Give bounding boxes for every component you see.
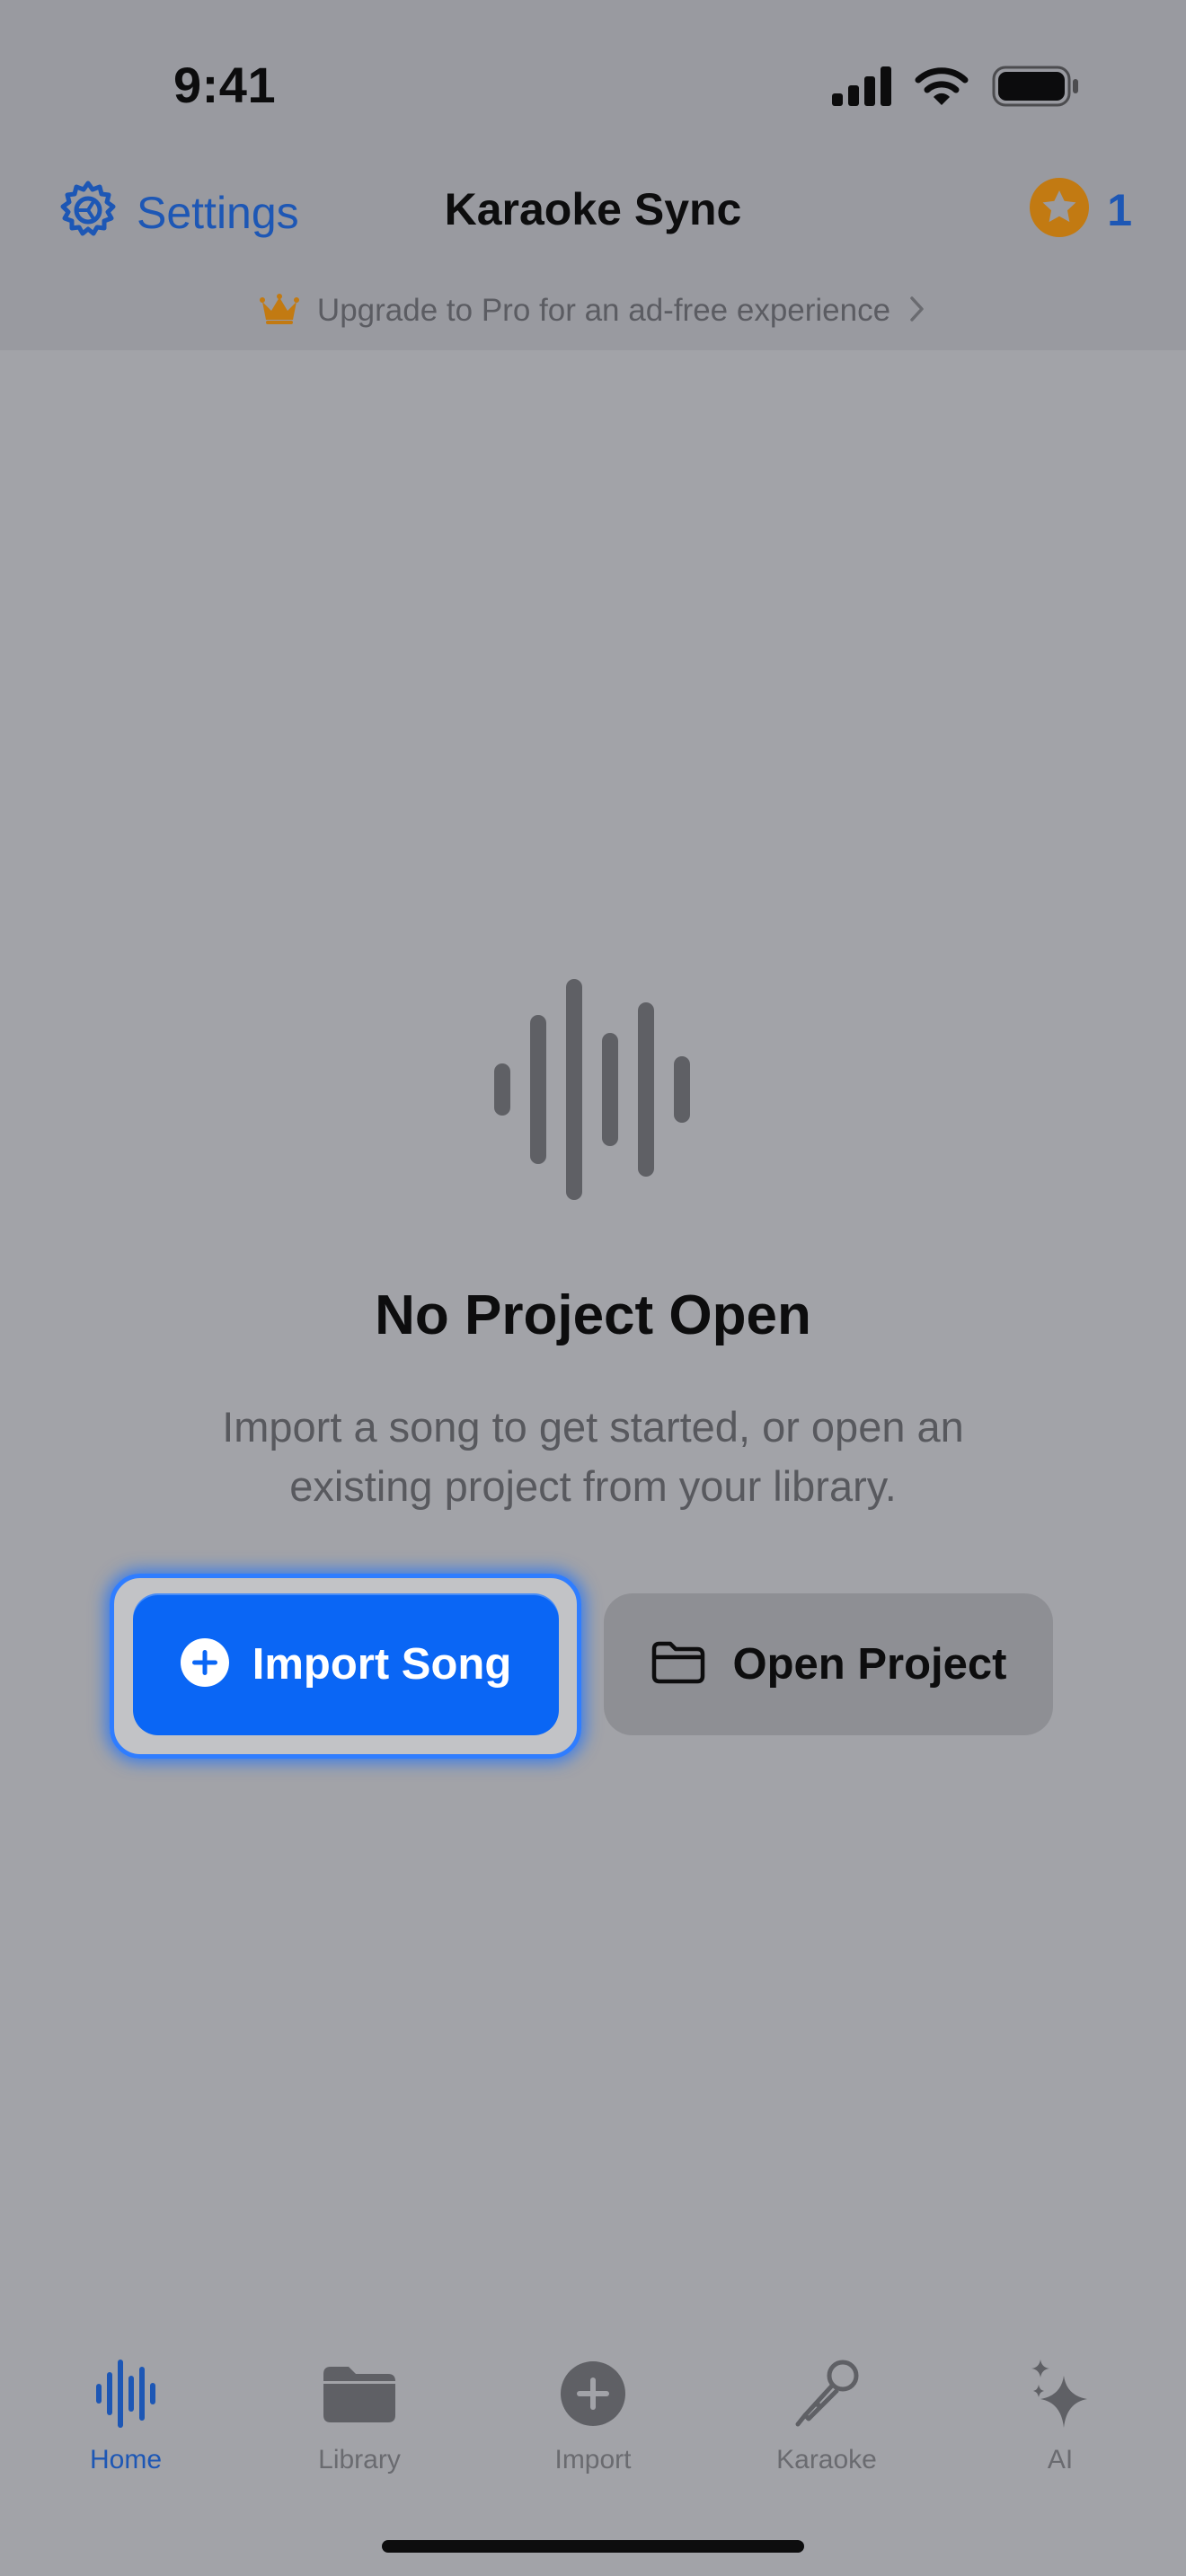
folder-icon bbox=[651, 1640, 706, 1689]
sparkles-icon bbox=[1028, 2353, 1093, 2434]
microphone-icon bbox=[794, 2353, 859, 2434]
empty-state-title: No Project Open bbox=[375, 1284, 811, 1346]
points-badge[interactable]: 1 bbox=[1030, 178, 1132, 242]
waveform-icon bbox=[494, 979, 692, 1204]
tab-library-label: Library bbox=[318, 2445, 401, 2475]
open-project-label: Open Project bbox=[732, 1640, 1007, 1689]
battery-icon bbox=[992, 66, 1080, 111]
tab-ai-label: AI bbox=[1047, 2445, 1074, 2475]
status-time: 9:41 bbox=[173, 57, 277, 113]
star-badge-icon bbox=[1030, 178, 1090, 242]
tab-bar: Home Library Import Karaoke AI bbox=[0, 2353, 1186, 2488]
tab-home-label: Home bbox=[89, 2445, 163, 2475]
tab-import-label: Import bbox=[554, 2445, 632, 2475]
app-screen: 9:41 Settings Karaoke Sync 1 Upgrade to … bbox=[0, 0, 1186, 2576]
upgrade-text: Upgrade to Pro for an ad-free experience bbox=[316, 293, 891, 328]
folder-icon bbox=[323, 2353, 395, 2434]
tab-import[interactable]: Import bbox=[494, 2353, 692, 2488]
points-count: 1 bbox=[1107, 184, 1132, 235]
empty-state-subtitle: Import a song to get started, or open an… bbox=[222, 1403, 964, 1510]
top-bar-region: 9:41 Settings Karaoke Sync 1 Upgrade to … bbox=[0, 0, 1186, 350]
import-song-button[interactable]: Import Song bbox=[133, 1593, 559, 1735]
plus-circle-icon bbox=[561, 2353, 625, 2434]
import-song-label: Import Song bbox=[252, 1640, 512, 1689]
tab-library[interactable]: Library bbox=[261, 2353, 458, 2488]
upgrade-banner[interactable]: Upgrade to Pro for an ad-free experience bbox=[0, 287, 1186, 334]
tab-karaoke[interactable]: Karaoke bbox=[728, 2353, 925, 2488]
wifi-icon bbox=[915, 66, 969, 111]
empty-state: No Project Open Import a song to get sta… bbox=[0, 979, 1186, 1516]
home-indicator bbox=[382, 2540, 804, 2553]
chevron-right-icon bbox=[908, 295, 926, 328]
waveform-icon bbox=[96, 2353, 155, 2434]
plus-circle-icon bbox=[180, 1637, 229, 1691]
cellular-signal-icon bbox=[832, 66, 891, 110]
tab-karaoke-label: Karaoke bbox=[776, 2445, 877, 2475]
open-project-button[interactable]: Open Project bbox=[604, 1593, 1053, 1735]
tab-ai[interactable]: AI bbox=[961, 2353, 1159, 2488]
crown-icon bbox=[259, 293, 299, 330]
status-icons bbox=[832, 65, 1080, 111]
page-title: Karaoke Sync bbox=[444, 184, 742, 234]
tab-home[interactable]: Home bbox=[27, 2353, 225, 2488]
